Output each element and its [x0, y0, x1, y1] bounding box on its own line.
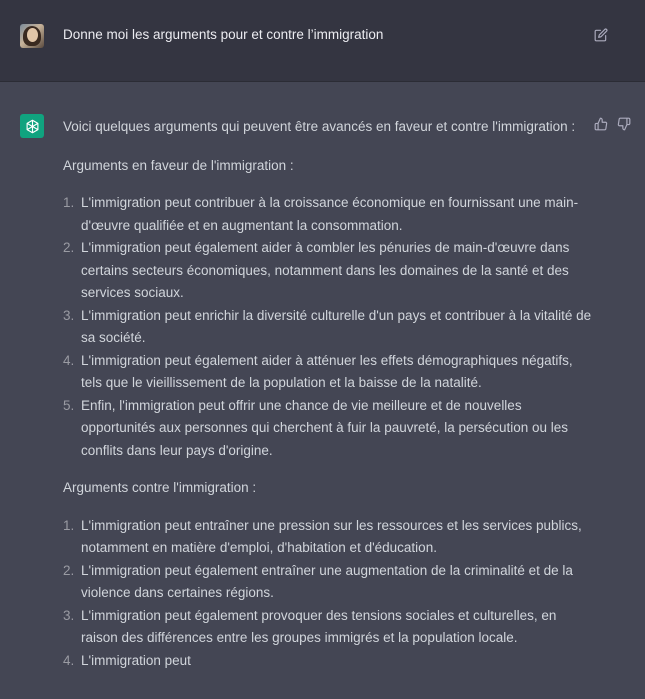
pro-list: 1. L'immigration peut contribuer à la cro… — [63, 192, 593, 462]
list-item-number: 3. — [63, 307, 75, 323]
edit-icon[interactable] — [594, 28, 608, 42]
list-item: 4. L'immigration peut également aider à a… — [63, 350, 593, 395]
list-item-text: L'immigration peut contribuer à la crois… — [81, 195, 579, 233]
list-item-text: L'immigration peut enrichir la diversité… — [81, 307, 592, 346]
list-item-text: L'immigration peut également provoquer d… — [81, 607, 557, 646]
list-item: 3. L'immigration peut également provoquer… — [63, 605, 593, 650]
list-item: 1. L'immigration peut contribuer à la cro… — [63, 192, 593, 237]
list-item-text: L'immigration peut également entraîner u… — [81, 562, 573, 601]
list-item-number: 2. — [63, 240, 75, 255]
assistant-avatar — [20, 114, 44, 138]
list-item-number: 3. — [63, 607, 75, 623]
list-item-number: 4. — [63, 652, 75, 668]
list-item-text: L'immigration peut — [81, 652, 191, 668]
con-list: 1. L'immigration peut entraîner une press… — [63, 515, 593, 673]
list-item-number: 1. — [63, 517, 75, 533]
list-item: 2. L'immigration peut également entraîner… — [63, 560, 593, 605]
list-item-text: L'immigration peut également aider à com… — [81, 240, 570, 300]
list-item: 1. L'immigration peut entraîner une press… — [63, 515, 593, 560]
intro-text: Voici quelques arguments qui peuvent êtr… — [63, 119, 576, 134]
thumbs-up-icon[interactable] — [594, 117, 608, 131]
assistant-message-content: Voici quelques arguments qui peuvent êtr… — [63, 116, 593, 687]
list-item-number: 5. — [63, 397, 75, 413]
thumbs-down-icon[interactable] — [617, 117, 631, 131]
list-item-text: Enfin, l'immigration peut offrir une cha… — [81, 397, 569, 458]
list-item: 4. L'immigration peut — [63, 650, 593, 673]
pro-heading: Arguments en faveur de l'immigration : — [63, 157, 294, 173]
list-item: 5. Enfin, l'immigration peut offrir une c… — [63, 395, 593, 463]
list-item: 3. L'immigration peut enrichir la diversi… — [63, 305, 593, 350]
user-message-text: Donne moi les arguments pour et contre l… — [63, 27, 384, 42]
user-message-row: Donne moi les arguments pour et contre l… — [0, 0, 645, 82]
list-item-text: L'immigration peut également aider à att… — [81, 352, 573, 391]
con-heading: Arguments contre l'immigration : — [63, 480, 257, 495]
openai-logo-icon — [26, 119, 38, 133]
list-item-number: 1. — [63, 195, 75, 210]
list-item-number: 2. — [63, 562, 75, 578]
list-item-text: L'immigration peut entraîner une pressio… — [81, 517, 582, 556]
avatar-face — [27, 28, 38, 42]
list-item-number: 4. — [63, 352, 75, 368]
assistant-message-row: Voici quelques arguments qui peuvent êtr… — [0, 82, 645, 699]
user-avatar — [20, 24, 44, 48]
list-item: 2. L'immigration peut également aider à c… — [63, 237, 593, 305]
